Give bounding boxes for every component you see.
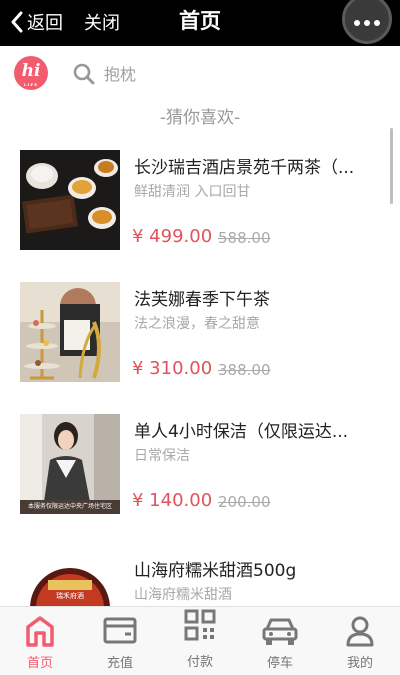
product-list: 长沙瑞吉酒店景苑千两茶（... 鲜甜清润 入口回甘 ¥ 499.00 588.0… (0, 136, 400, 608)
product-name: 山海府糯米甜酒500g (134, 561, 297, 581)
tab-label: 充值 (106, 656, 133, 671)
product-image-tea (20, 150, 120, 250)
search-input[interactable] (104, 60, 304, 88)
product-price: ¥ 310.00 (132, 358, 213, 379)
product-card[interactable]: 长沙瑞吉酒店景苑千两茶（... 鲜甜清润 入口回甘 ¥ 499.00 588.0… (0, 136, 400, 268)
product-original-price: 388.00 (218, 361, 271, 379)
tab-recharge[interactable]: 充值 (80, 607, 160, 675)
product-image-caption: 瑞禾府酒 (56, 592, 84, 600)
product-desc: 鲜甜清润 入口回甘 (134, 184, 251, 200)
product-name: 法芙娜春季下午茶 (134, 290, 270, 310)
tab-label: 停车 (266, 656, 293, 671)
product-image-caption: 本服务仅限运达中央广场住宅区 (27, 503, 112, 510)
product-desc: 法之浪漫，春之甜意 (134, 316, 260, 332)
chevron-left-icon (11, 11, 23, 33)
qr-code-icon (184, 609, 216, 641)
product-name: 长沙瑞吉酒店景苑千两茶（... (134, 158, 355, 178)
tab-label: 首页 (26, 656, 53, 671)
more-dots-icon (354, 20, 360, 26)
search-icon[interactable] (72, 62, 96, 86)
tab-home[interactable]: 首页 (0, 607, 80, 675)
tab-label: 付款 (186, 655, 213, 670)
scrollbar[interactable] (390, 128, 393, 204)
product-name: 单人4小时保洁（仅限运达... (134, 422, 349, 442)
tab-parking[interactable]: 停车 (240, 607, 320, 675)
search-bar: hi LIFE (0, 46, 400, 102)
more-button[interactable] (342, 0, 392, 44)
product-card[interactable]: 本服务仅限运达中央广场住宅区 单人4小时保洁（仅限运达... 日常保洁 ¥ 14… (0, 400, 400, 532)
product-image-afternoon-tea (20, 282, 120, 382)
car-icon (262, 618, 298, 645)
back-button[interactable]: 返回 (10, 8, 63, 36)
product-price: ¥ 140.00 (132, 490, 213, 511)
close-button[interactable]: 关闭 (84, 8, 120, 36)
hi-life-logo: hi LIFE (14, 56, 48, 90)
product-desc: 山海府糯米甜酒 (134, 587, 232, 603)
product-price: ¥ 499.00 (132, 226, 213, 247)
product-image-rice-wine: 瑞禾府酒 (20, 556, 120, 608)
user-icon (346, 616, 374, 647)
tab-mine[interactable]: 我的 (320, 607, 400, 675)
product-original-price: 200.00 (218, 493, 271, 511)
product-image-cleaning: 本服务仅限运达中央广场住宅区 (20, 414, 120, 514)
product-card[interactable]: 瑞禾府酒 山海府糯米甜酒500g 山海府糯米甜酒 (0, 532, 400, 608)
wallet-icon (103, 617, 137, 644)
tab-pay[interactable]: 付款 (160, 607, 240, 675)
home-icon (26, 616, 54, 647)
product-desc: 日常保洁 (134, 448, 190, 464)
section-title: -猜你喜欢- (159, 108, 241, 128)
tab-label: 我的 (346, 656, 373, 671)
back-label: 返回 (27, 13, 63, 34)
bottom-tab-bar: 首页 充值 付款 停车 我的 (0, 606, 400, 675)
top-navbar: 返回 关闭 首页 (0, 0, 400, 46)
product-card[interactable]: 法芙娜春季下午茶 法之浪漫，春之甜意 ¥ 310.00 388.00 (0, 268, 400, 400)
product-original-price: 588.00 (218, 229, 271, 247)
